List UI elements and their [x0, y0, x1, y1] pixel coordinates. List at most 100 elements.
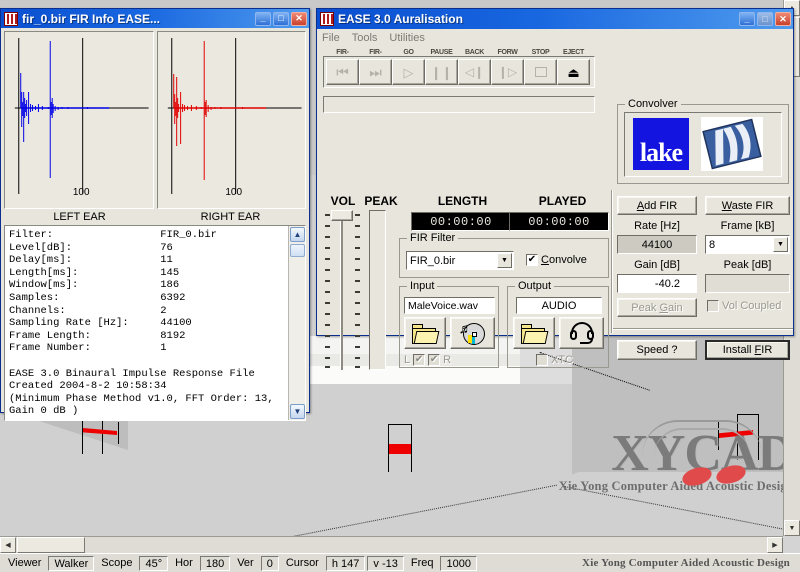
chevron-down-icon[interactable]: ▼ [773, 237, 788, 252]
transport-stop-button[interactable]: STOP [524, 49, 557, 85]
install-fir-label: Install FIR [722, 344, 773, 356]
input-browse-button[interactable] [404, 317, 446, 349]
transport-fir-next-button[interactable]: FIR- ⏭ [359, 49, 392, 85]
left-ear-waveform [14, 38, 149, 194]
status-label-ver: Ver [237, 557, 254, 569]
waste-fir-button[interactable]: Waste FIR [705, 196, 790, 215]
ease-window-buttons[interactable]: _ □ ✕ [739, 12, 791, 26]
fir-info-scrollbar[interactable]: ▲ ▼ [288, 226, 305, 420]
transport-back-button[interactable]: BACK ◁❙ [458, 49, 491, 85]
scroll-left-icon[interactable]: ◀ [0, 537, 16, 553]
status-item-viewer[interactable]: Viewer [2, 557, 47, 569]
ease-logo-graphic [702, 118, 762, 170]
status-value-angle: 45° [139, 555, 169, 571]
panel-divider [613, 328, 793, 330]
minimize-button[interactable]: _ [255, 11, 271, 26]
playback-position-bar[interactable] [323, 96, 595, 113]
length-label: LENGTH [437, 194, 488, 208]
minimize-button[interactable]: _ [739, 12, 755, 26]
input-left-checkbox[interactable]: L ✔ [404, 354, 426, 366]
transport-fir-prev-button[interactable]: FIR- ⏮ [326, 49, 359, 85]
rate-value-field: 44100 [617, 235, 697, 254]
menu-utilities[interactable]: Utilities [389, 32, 424, 44]
transport-label-1: FIR- [369, 49, 382, 56]
transport-pause-button[interactable]: PAUSE ❙❙ [425, 49, 458, 85]
rewind-icon: ◁❙ [464, 65, 485, 79]
speed-button[interactable]: Speed ? [617, 340, 697, 360]
fir-filter-value: FIR_0.bir [410, 254, 456, 267]
scroll-right-icon[interactable]: ▶ [767, 537, 783, 553]
fir-filter-combo[interactable]: FIR_0.bir ▼ [406, 251, 514, 270]
convolve-label: Convolve [541, 254, 587, 266]
install-fir-button[interactable]: Install FIR [705, 340, 790, 360]
maximize-button[interactable]: □ [273, 11, 289, 26]
fir-info-text: Filter: FIR_0.bir Level[dB]: 76 Delay[ms… [9, 229, 274, 418]
folder-icon [412, 323, 440, 344]
impulse-plot-right-ear[interactable]: 100 [156, 31, 306, 209]
maximize-button: □ [757, 12, 773, 26]
status-item-scope[interactable]: Scope [95, 557, 138, 569]
output-headphones-button[interactable] [559, 317, 604, 349]
transport-go-button[interactable]: GO ▷ [392, 49, 425, 85]
ease-auralisation-window[interactable]: EASE 3.0 Auralisation _ □ ✕ File Tools U… [316, 8, 794, 370]
fir-filter-group: FIR Filter FIR_0.bir ▼ ✔ Convolve [399, 232, 609, 278]
status-label-freq: Freq [410, 557, 434, 569]
gain-label: Gain [dB] [634, 259, 680, 271]
transport-label-5: FORW [497, 49, 518, 56]
input-file-field[interactable]: MaleVoice.wav [404, 297, 495, 314]
play-icon: ▷ [403, 64, 414, 80]
horizontal-scroll-thumb[interactable] [17, 537, 85, 553]
right-ear-label: RIGHT EAR [200, 211, 261, 223]
add-fir-button[interactable]: Add FIR [617, 196, 697, 215]
transport-eject-button[interactable]: EJECT ⏏ [557, 49, 590, 85]
fir-info-window[interactable]: fir_0.bir FIR Info EASE... _ □ ✕ 100 100… [0, 8, 310, 421]
output-group-label: Output [515, 280, 555, 292]
scroll-down-icon[interactable]: ▼ [290, 404, 305, 419]
convolve-checkbox[interactable]: ✔ Convolve [526, 254, 587, 266]
output-browse-button[interactable] [513, 317, 555, 349]
loudspeaker-marker-3[interactable] [718, 414, 762, 460]
output-device-field[interactable]: AUDIO [516, 297, 602, 314]
ease-app-icon [320, 12, 334, 26]
volume-slider[interactable] [325, 210, 361, 370]
ease-window-title: EASE 3.0 Auralisation [338, 12, 463, 26]
menu-tools[interactable]: Tools [352, 32, 378, 44]
right-ear-tick-label: 100 [225, 187, 243, 198]
ease-body: FIR- ⏮ FIR- ⏭ GO ▷ PAUSE ❙❙ BACK ◁❙ FORW… [317, 46, 793, 370]
status-item-walker[interactable]: Walker [48, 555, 95, 571]
lake-logo[interactable]: lake [633, 118, 689, 170]
status-bar-branding: Xie Yong Computer Aided Acoustic Design [582, 557, 790, 569]
status-value-cursor-h: h 147 [325, 555, 366, 571]
ease-menubar[interactable]: File Tools Utilities [317, 29, 793, 46]
close-button[interactable]: ✕ [775, 12, 791, 26]
frame-value: 8 [709, 238, 716, 251]
fir-info-scroll-thumb[interactable] [290, 244, 305, 257]
ease-titlebar[interactable]: EASE 3.0 Auralisation _ □ ✕ [317, 9, 793, 29]
loudspeaker-marker-2[interactable] [388, 424, 412, 472]
fir-info-window-buttons[interactable]: _ □ ✕ [255, 11, 307, 26]
status-value-ver: 0 [260, 555, 279, 571]
volume-slider-thumb[interactable] [331, 210, 353, 221]
skip-back-icon: ⏮ [336, 64, 349, 80]
convolver-group: Convolver lake [617, 98, 789, 184]
input-cd-button[interactable]: ♬ [450, 317, 495, 349]
impulse-response-plots: 100 100 [4, 31, 306, 209]
frame-size-combo[interactable]: 8 ▼ [705, 235, 790, 254]
scroll-down-icon[interactable]: ▼ [784, 520, 800, 536]
fir-info-text-panel[interactable]: Filter: FIR_0.bir Level[dB]: 76 Delay[ms… [4, 225, 306, 421]
menu-file[interactable]: File [322, 32, 340, 44]
impulse-plot-left-ear[interactable]: 100 [4, 31, 154, 209]
fir-info-titlebar[interactable]: fir_0.bir FIR Info EASE... _ □ ✕ [1, 9, 309, 28]
viewport-horizontal-scrollbar[interactable]: ◀ ▶ [0, 536, 783, 553]
checkbox-indicator [536, 354, 548, 366]
xtc-checkbox[interactable]: XTC [536, 354, 573, 366]
gain-value-field[interactable]: -40.2 [617, 274, 697, 293]
transport-toolbar[interactable]: FIR- ⏮ FIR- ⏭ GO ▷ PAUSE ❙❙ BACK ◁❙ FORW… [323, 49, 595, 88]
close-button[interactable]: ✕ [291, 11, 307, 26]
input-group: Input MaleVoice.wav ♬ L ✔ ✔ R [399, 280, 499, 368]
chevron-down-icon[interactable]: ▼ [497, 253, 512, 268]
ease-logo[interactable] [701, 117, 763, 171]
input-right-checkbox[interactable]: ✔ R [428, 354, 451, 366]
scroll-up-icon[interactable]: ▲ [290, 227, 305, 242]
transport-forward-button[interactable]: FORW ❙▷ [491, 49, 524, 85]
